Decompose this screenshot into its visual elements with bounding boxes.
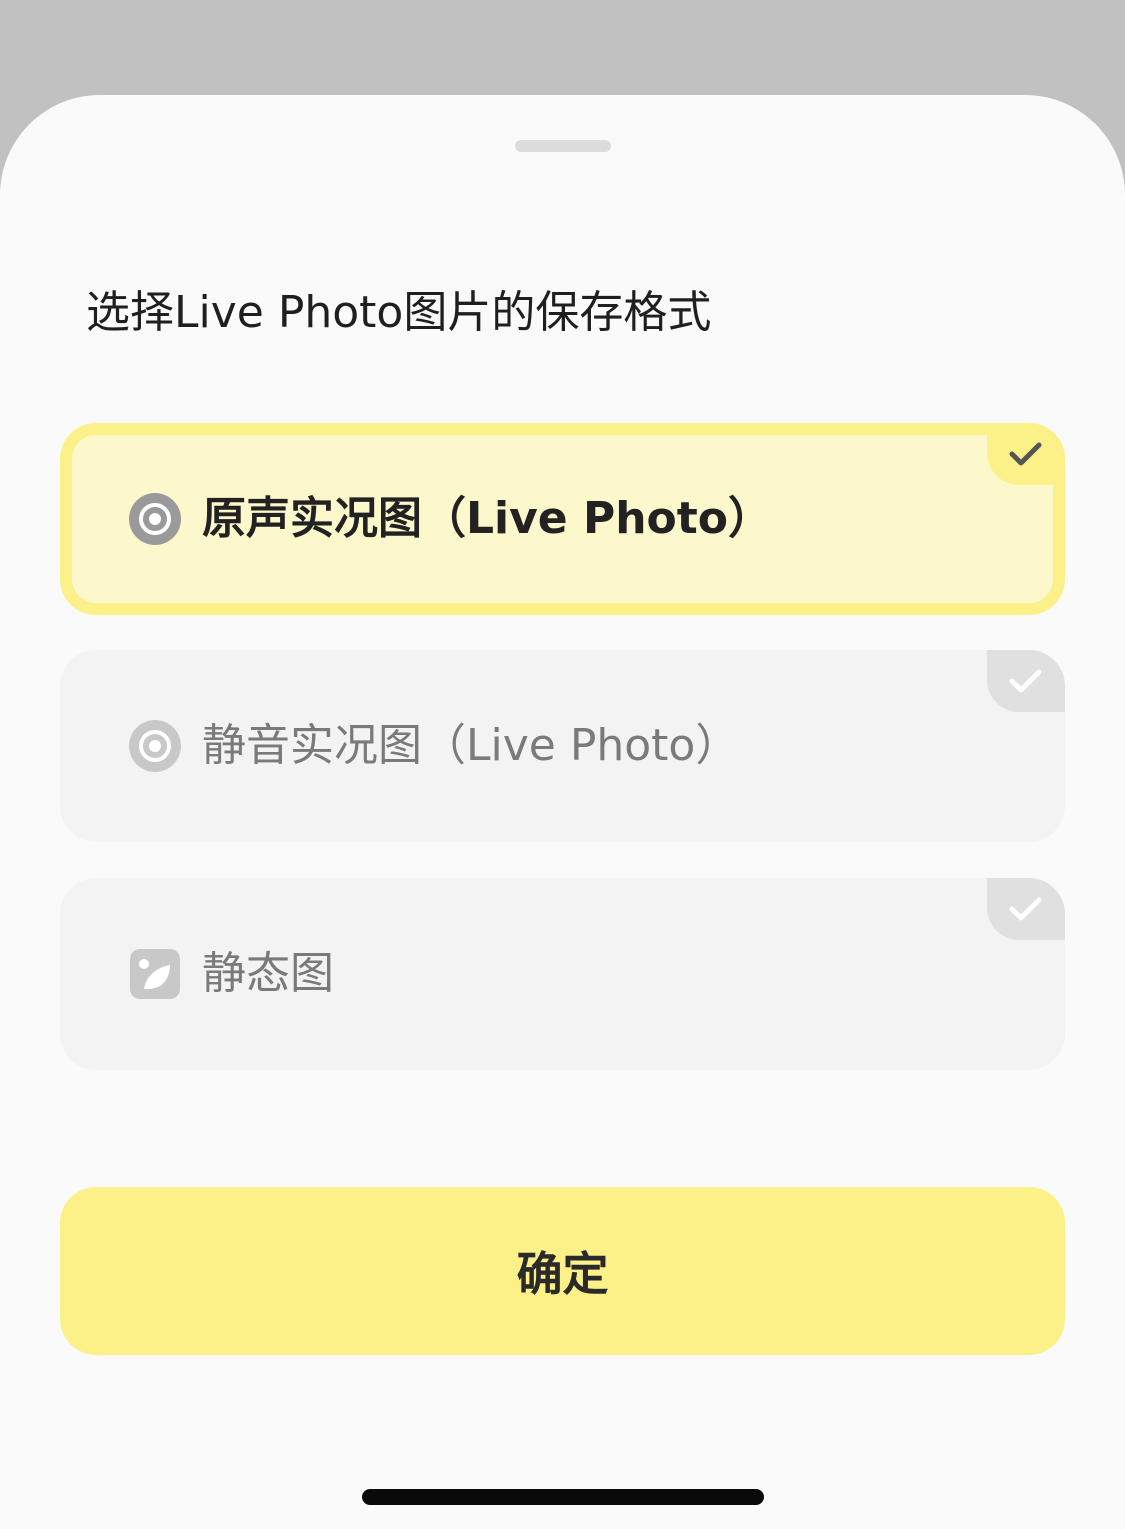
home-indicator[interactable]: [362, 1489, 764, 1505]
check-icon: [1009, 669, 1042, 693]
check-badge: [987, 650, 1065, 712]
option-label: 静音实况图（Live Photo）: [202, 720, 740, 771]
check-badge: [987, 878, 1065, 940]
option-mute-live-photo[interactable]: 静音实况图（Live Photo）: [60, 650, 1065, 842]
option-still-image[interactable]: 静态图: [60, 878, 1065, 1070]
option-label: 原声实况图（Live Photo）: [202, 493, 773, 544]
option-sound-live-photo[interactable]: 原声实况图（Live Photo）: [60, 423, 1065, 615]
live-photo-icon: [128, 492, 182, 546]
sheet-title: 选择Live Photo图片的保存格式: [86, 287, 712, 338]
live-photo-icon: [128, 719, 182, 773]
check-badge: [987, 435, 1053, 485]
confirm-button[interactable]: 确定: [60, 1187, 1065, 1355]
bottom-sheet: 选择Live Photo图片的保存格式 原声实况图（Live Photo） 静音…: [0, 95, 1125, 1529]
check-icon: [1009, 442, 1042, 466]
option-label: 静态图: [202, 948, 334, 999]
image-icon: [128, 947, 182, 1001]
check-icon: [1009, 897, 1042, 921]
sheet-grabber[interactable]: [515, 140, 611, 152]
